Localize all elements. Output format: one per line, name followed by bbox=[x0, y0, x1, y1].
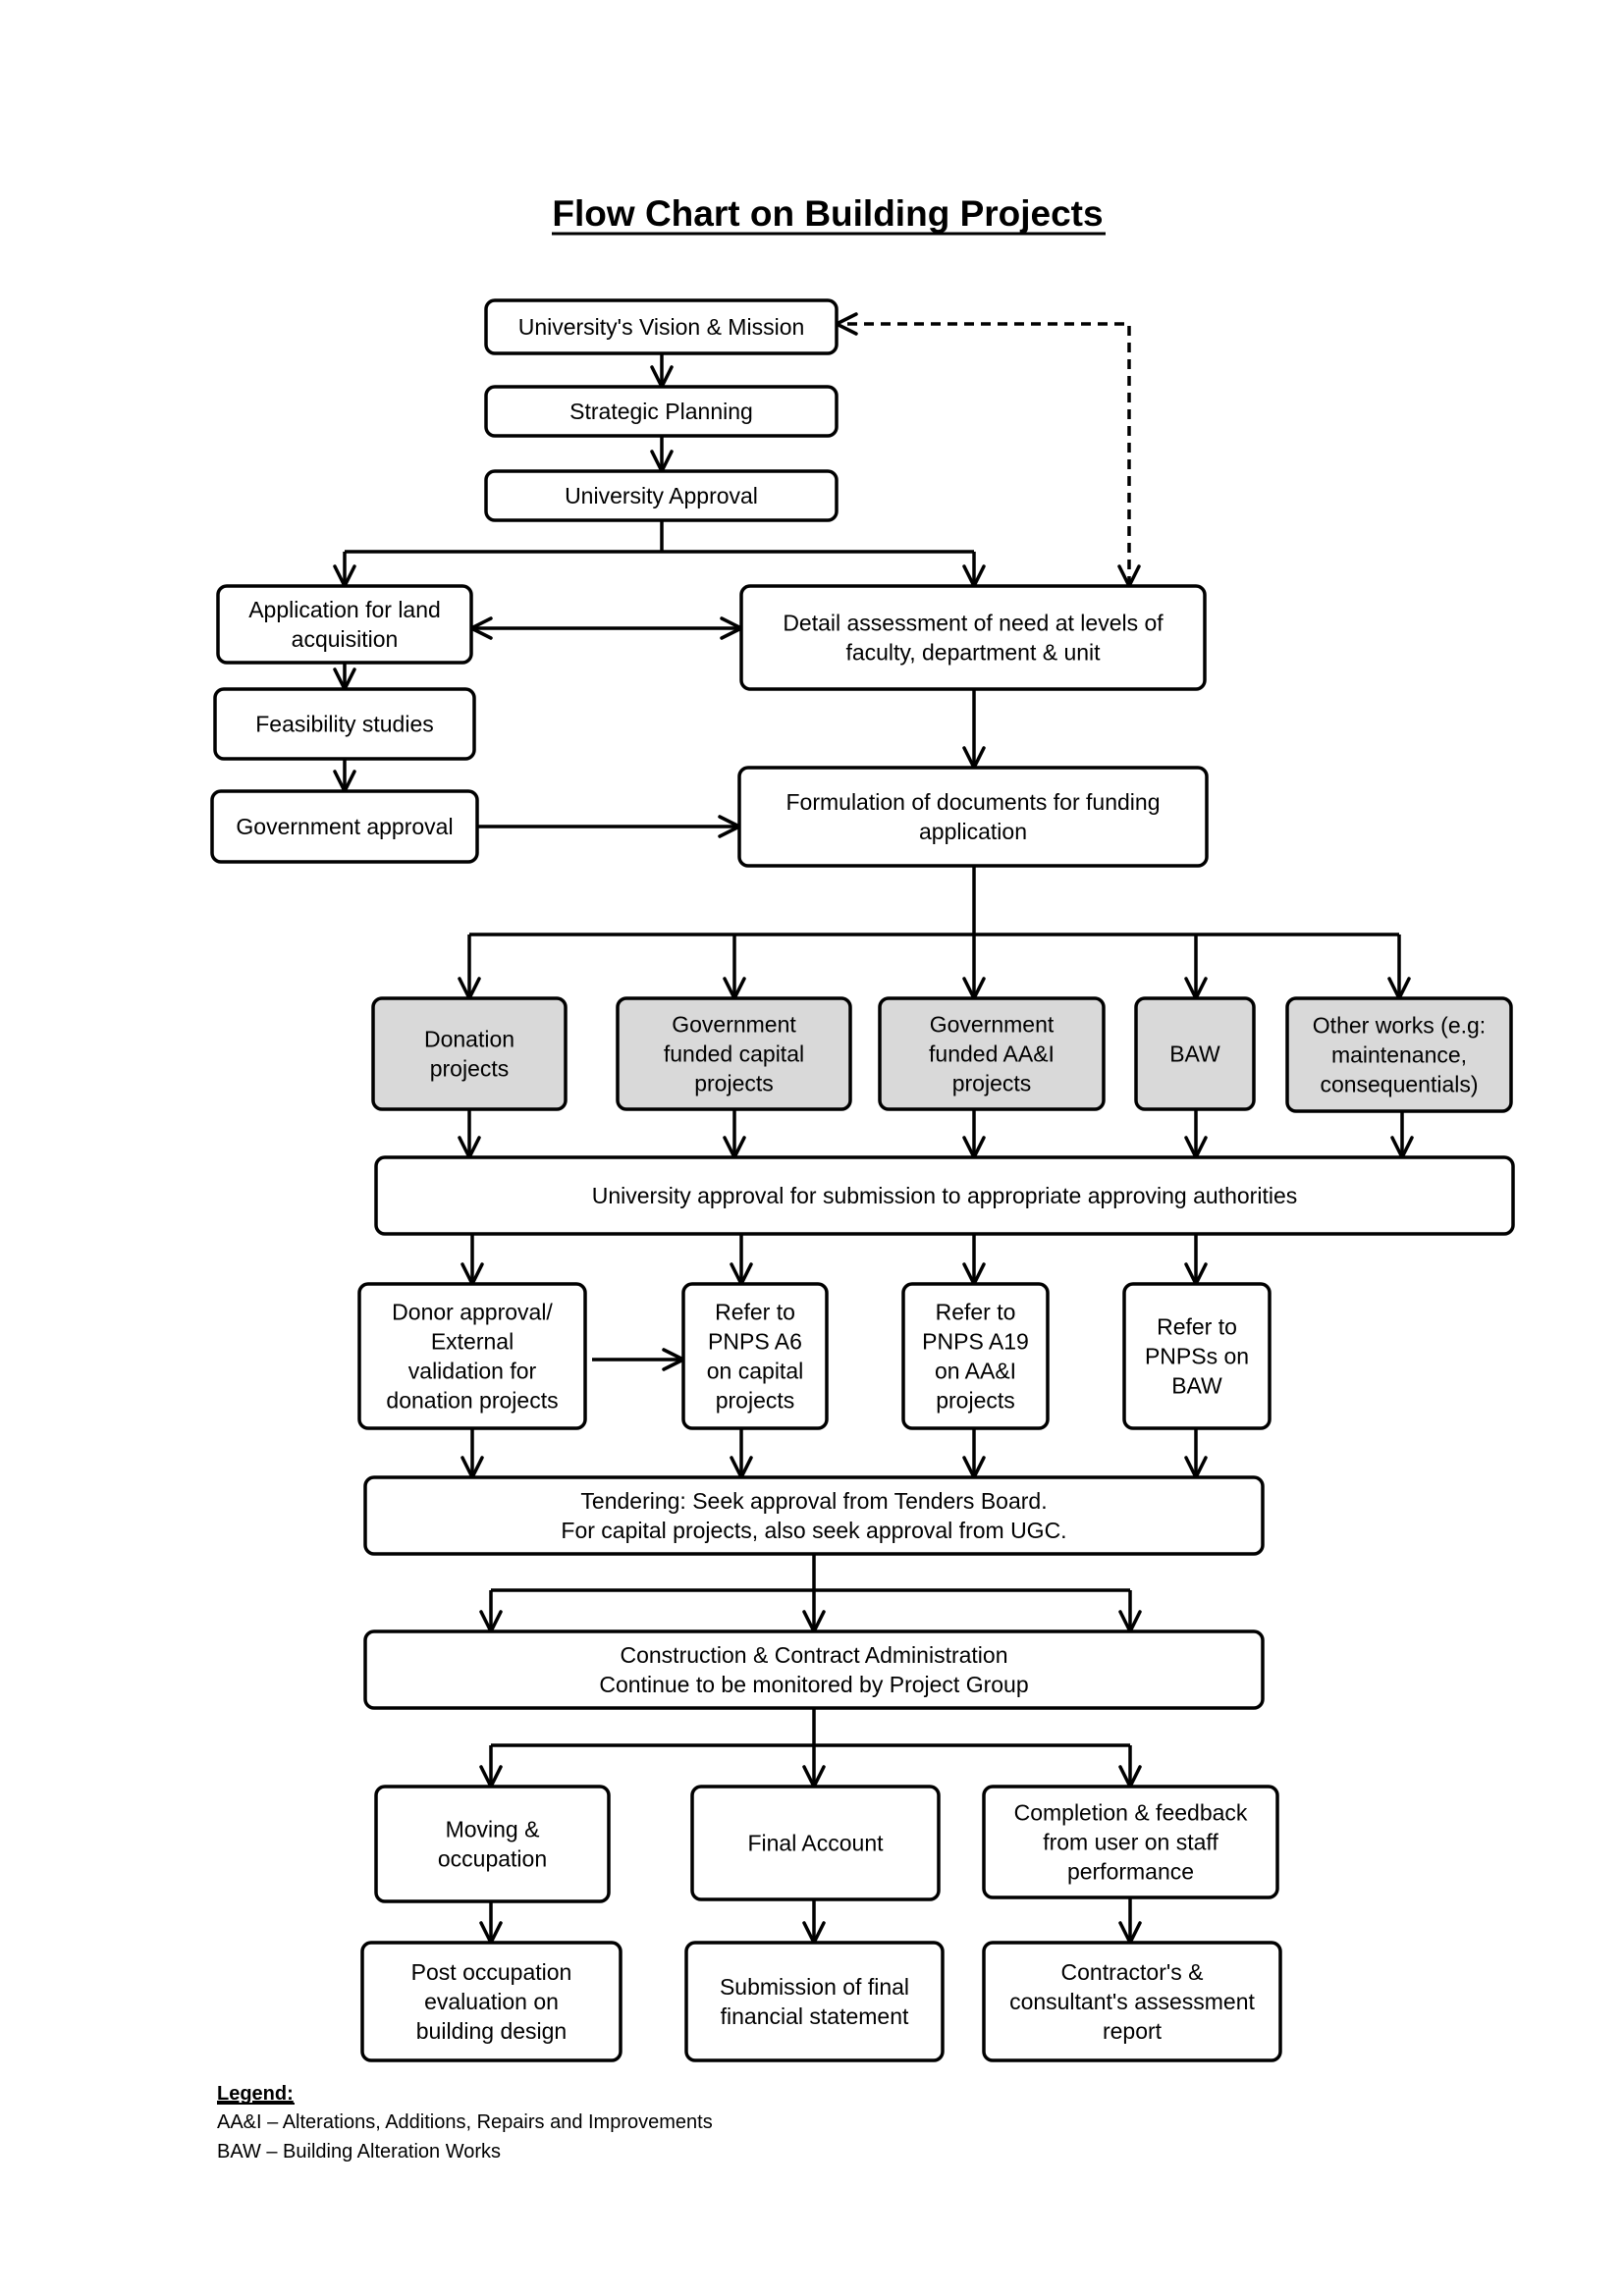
node-label: Government approval bbox=[236, 814, 453, 839]
node-label: performance bbox=[1067, 1859, 1194, 1885]
node-label: projects bbox=[952, 1071, 1032, 1096]
node-submission-approval: University approval for submission to ap… bbox=[374, 1155, 1515, 1236]
node-label: Government bbox=[672, 1012, 796, 1038]
legend-item-baw: BAW – Building Alteration Works bbox=[217, 2141, 501, 2163]
node-donor: Donor approval/External validation for don… bbox=[357, 1282, 587, 1430]
legend: Legend: AA&I – Alterations, Additions, R… bbox=[217, 2083, 713, 2163]
node-completion: Completion & feedback from user on staff p… bbox=[982, 1785, 1279, 1899]
node-detail: Detail assessment of need at levels of fa… bbox=[739, 584, 1207, 691]
node-vision: University's Vision & Mission bbox=[484, 298, 839, 355]
node-label: application bbox=[919, 819, 1027, 844]
node-label: Refer to bbox=[1157, 1314, 1237, 1340]
node-gov-approval: Government approval bbox=[210, 789, 479, 864]
page-title: Flow Chart on Building Projects bbox=[552, 193, 1103, 234]
node-label: on AA&I bbox=[935, 1359, 1016, 1384]
node-final-statement: Submission of final financial statement bbox=[684, 1941, 945, 2062]
node-feasibility: Feasibility studies bbox=[213, 687, 476, 761]
node-label: For capital projects, also seek approval… bbox=[561, 1518, 1066, 1543]
node-label: BAW bbox=[1171, 1373, 1222, 1399]
node-label: consultant's assessment bbox=[1009, 1989, 1255, 2014]
node-gov-aai: Government funded AA&I projects bbox=[878, 996, 1106, 1111]
node-strategic: Strategic Planning bbox=[484, 385, 839, 438]
node-label: Donation bbox=[424, 1027, 514, 1052]
node-assessment-report: Contractor's & consultant's assessment rep… bbox=[982, 1941, 1282, 2062]
node-moving: Moving & occupation bbox=[374, 1785, 611, 1903]
node-label: occupation bbox=[438, 1846, 547, 1872]
node-label: Construction & Contract Administration bbox=[620, 1642, 1007, 1668]
node-label: Refer to bbox=[936, 1300, 1016, 1325]
node-label: acquisition bbox=[292, 626, 399, 652]
node-label: Detail assessment of need at levels of bbox=[783, 611, 1164, 636]
node-label: University approval for submission to ap… bbox=[592, 1183, 1297, 1208]
node-box bbox=[374, 1785, 611, 1903]
edge-detail-vision-dashed bbox=[837, 322, 1131, 586]
node-tendering: Tendering: Seek approval from Tenders Bo… bbox=[363, 1475, 1265, 1556]
node-label: PNPS A6 bbox=[708, 1329, 802, 1355]
node-label: financial statement bbox=[721, 2003, 909, 2029]
node-pnps-a6: Refer to PNPS A6 on capital projects bbox=[681, 1282, 829, 1430]
node-label: Continue to be monitored by Project Grou… bbox=[599, 1672, 1028, 1697]
legend-heading: Legend: bbox=[217, 2083, 294, 2105]
node-label: building design bbox=[416, 2018, 567, 2044]
node-label: External bbox=[431, 1329, 514, 1355]
node-label: Final Account bbox=[747, 1831, 884, 1856]
nodes-layer: University's Vision & Mission Strategic P… bbox=[210, 298, 1515, 2062]
node-post-occupation: Post occupation evaluation on building des… bbox=[360, 1941, 623, 2062]
node-label: PNPS A19 bbox=[922, 1329, 1029, 1355]
node-label: projects bbox=[716, 1388, 795, 1414]
node-gov-capital: Government funded capital projects bbox=[616, 996, 852, 1111]
node-label: funded AA&I bbox=[929, 1041, 1055, 1067]
flowchart: Flow Chart on Building Projects Universi… bbox=[210, 193, 1515, 2163]
legend-item-aai: AA&I – Alterations, Additions, Repairs a… bbox=[217, 2111, 713, 2133]
node-label: from user on staff bbox=[1043, 1830, 1218, 1855]
node-box bbox=[371, 996, 568, 1111]
node-label: Submission of final bbox=[720, 1974, 909, 2000]
node-label: Completion & feedback bbox=[1014, 1800, 1248, 1826]
node-label: Other works (e.g: bbox=[1313, 1013, 1486, 1039]
node-label: Refer to bbox=[715, 1300, 795, 1325]
node-formulation: Formulation of documents for funding appl… bbox=[737, 766, 1209, 868]
node-box bbox=[737, 766, 1209, 868]
node-label: consequentials) bbox=[1320, 1072, 1478, 1097]
node-land: Application for land acquisition bbox=[216, 584, 473, 665]
node-donation: Donation projects bbox=[371, 996, 568, 1111]
node-label: University's Vision & Mission bbox=[518, 314, 805, 340]
node-label: Formulation of documents for funding bbox=[786, 789, 1161, 815]
node-label: faculty, department & unit bbox=[845, 640, 1101, 666]
node-label: Strategic Planning bbox=[569, 399, 753, 424]
node-final-account: Final Account bbox=[690, 1785, 941, 1901]
node-label: funded capital bbox=[664, 1041, 804, 1067]
node-univ-approval: University Approval bbox=[484, 469, 839, 522]
node-label: BAW bbox=[1169, 1041, 1220, 1067]
node-pnps-a19: Refer to PNPS A19 on AA&I projects bbox=[901, 1282, 1050, 1430]
node-label: on capital bbox=[707, 1359, 803, 1384]
node-baw: BAW bbox=[1134, 996, 1256, 1111]
node-label: PNPSs on bbox=[1145, 1344, 1249, 1369]
node-label: validation for bbox=[408, 1359, 537, 1384]
node-label: projects bbox=[936, 1388, 1015, 1414]
node-other: Other works (e.g: maintenance, consequenti… bbox=[1285, 996, 1513, 1113]
node-label: Feasibility studies bbox=[255, 712, 434, 737]
node-label: Tendering: Seek approval from Tenders Bo… bbox=[580, 1488, 1047, 1514]
node-label: Donor approval/ bbox=[392, 1300, 553, 1325]
node-label: Contractor's & bbox=[1061, 1959, 1204, 1985]
node-label: Post occupation bbox=[411, 1959, 572, 1985]
node-label: report bbox=[1103, 2018, 1163, 2044]
node-box bbox=[739, 584, 1207, 691]
node-pnps-baw: Refer to PNPSs on BAW bbox=[1122, 1282, 1272, 1430]
node-label: University Approval bbox=[565, 483, 758, 508]
node-label: projects bbox=[430, 1056, 510, 1082]
node-label: Moving & bbox=[446, 1817, 540, 1842]
node-label: donation projects bbox=[386, 1388, 558, 1414]
node-box bbox=[684, 1941, 945, 2062]
node-label: Application for land bbox=[248, 597, 441, 622]
node-label: Government bbox=[930, 1012, 1055, 1038]
node-label: evaluation on bbox=[424, 1989, 559, 2014]
node-construction: Construction & Contract Administration Co… bbox=[363, 1629, 1265, 1710]
node-label: maintenance, bbox=[1331, 1042, 1467, 1068]
node-label: projects bbox=[694, 1071, 774, 1096]
